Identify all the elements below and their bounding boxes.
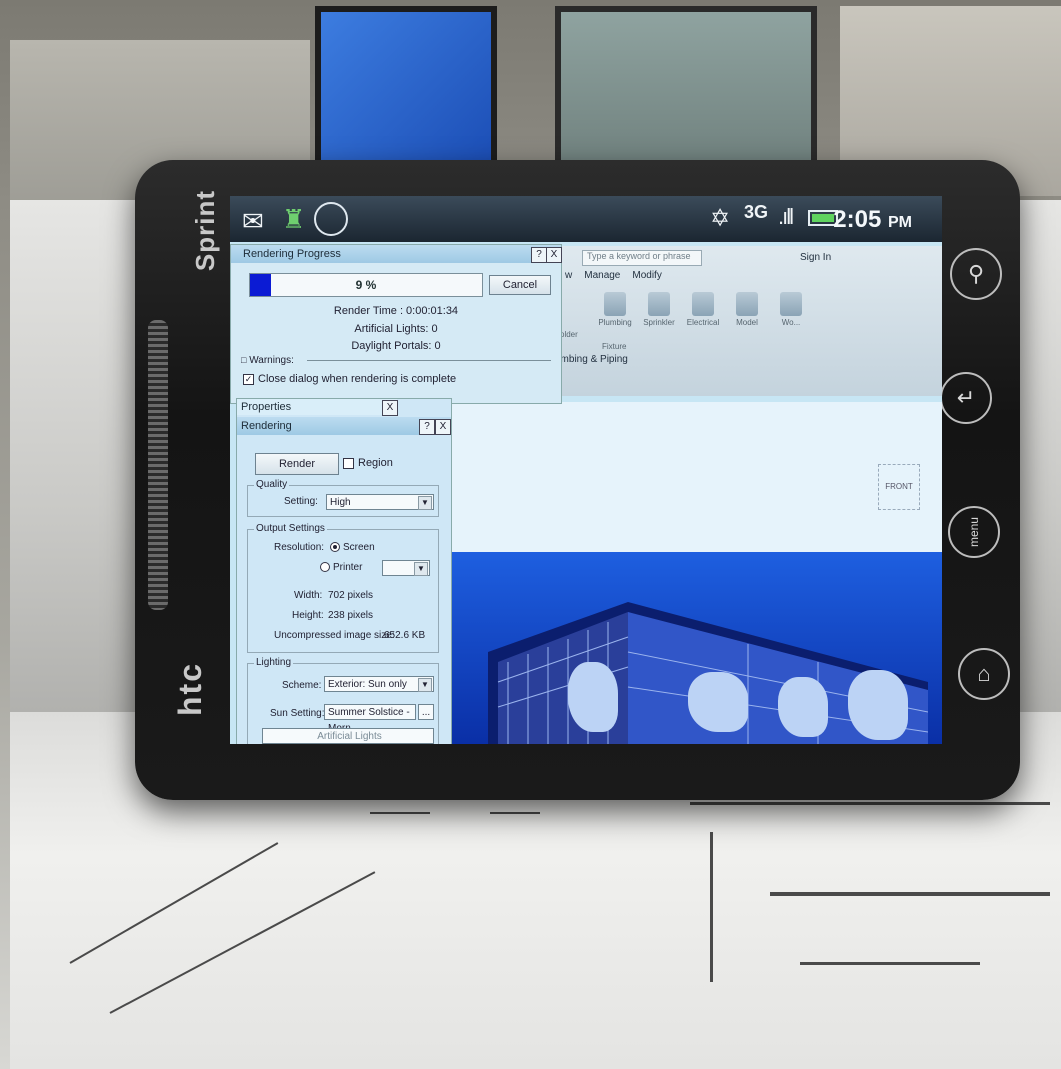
- back-icon: ↵: [956, 385, 976, 410]
- artificial-lights-count: Artificial Lights: 0: [354, 323, 438, 335]
- tab-modify[interactable]: Modify: [632, 270, 661, 286]
- home-icon: ⌂: [977, 661, 991, 686]
- signal-icon: .ıll: [778, 204, 794, 229]
- sun-setting-field[interactable]: Summer Solstice - Morn: [324, 704, 416, 734]
- width-label: Width:: [294, 590, 323, 601]
- height-value: 238 pixels: [328, 610, 374, 621]
- quality-group: Quality Setting: High ▼: [247, 479, 439, 517]
- rendering-close-button[interactable]: X: [435, 419, 451, 435]
- quality-setting-label: Setting:: [284, 496, 318, 507]
- sprinkler-tool[interactable]: Sprinkler: [642, 290, 676, 340]
- tab-view[interactable]: w: [565, 270, 572, 286]
- phone-speaker-grille: [148, 320, 168, 610]
- model-tool[interactable]: Model: [730, 290, 764, 340]
- fixture-label: Fixture: [602, 342, 627, 351]
- properties-panel: Properties X Rendering ? X Render Region…: [236, 398, 452, 744]
- plumbing-piping-panel-label: umbing & Piping: [555, 354, 628, 365]
- render-time: Render Time : 0:00:01:34: [333, 305, 459, 317]
- warnings-expander[interactable]: □ Warnings:: [241, 355, 551, 367]
- scheme-label: Scheme:: [282, 680, 322, 691]
- revit-search-input[interactable]: Type a keyword or phrase: [582, 250, 702, 266]
- search-icon: ⚲: [967, 261, 985, 286]
- background-monitor-2: [555, 6, 817, 178]
- ribbon-tabs: w Manage Modify: [565, 270, 942, 286]
- dialog-title: Rendering Progress: [231, 245, 561, 263]
- rendering-progress-dialog: Rendering Progress ? X 9 % Cancel Render…: [230, 244, 562, 404]
- background-monitor: [315, 6, 497, 178]
- height-label: Height:: [292, 610, 324, 621]
- htc-logo: htc: [172, 662, 208, 716]
- sprint-logo: Sprint: [190, 190, 220, 272]
- sun-setting-label: Sun Setting:: [270, 708, 325, 719]
- chevron-down-icon: ▼: [418, 678, 432, 692]
- tab-manage[interactable]: Manage: [584, 270, 620, 286]
- image-size-label: Uncompressed image size:: [274, 630, 395, 641]
- width-value: 702 pixels: [328, 590, 374, 601]
- progress-percent: 9 %: [355, 278, 377, 292]
- lighting-scheme-select[interactable]: Exterior: Sun only ▼: [324, 676, 434, 692]
- network-type: 3G: [744, 202, 769, 222]
- status-time: 2:05 PM: [833, 206, 912, 233]
- printer-radio[interactable]: Printer: [320, 562, 362, 573]
- castle-app-icon: ♜: [282, 204, 306, 234]
- render-preview: [448, 552, 942, 744]
- plumbing-fixture-tool[interactable]: Plumbing: [598, 290, 632, 340]
- printer-dpi-select[interactable]: ▼: [382, 560, 430, 576]
- region-checkbox[interactable]: Region: [343, 457, 393, 469]
- screen-radio[interactable]: Screen: [330, 542, 375, 553]
- tree-shape: [778, 677, 828, 737]
- gps-icon: ✡: [710, 205, 731, 232]
- cancel-button[interactable]: Cancel: [489, 275, 551, 295]
- phone-screen: ✉ ♜ ✡ 3G .ıll 2:05 PM Type a keyword or …: [230, 196, 942, 744]
- sign-in-link[interactable]: Sign In: [800, 252, 831, 263]
- help-button[interactable]: ?: [531, 247, 547, 263]
- tree-shape: [688, 672, 748, 732]
- resolution-label: Resolution:: [274, 542, 325, 553]
- home-button[interactable]: ⌂: [958, 648, 1010, 700]
- properties-close-button[interactable]: X: [382, 400, 398, 416]
- lighting-group: Lighting Scheme: Exterior: Sun only ▼ Sun…: [247, 657, 439, 744]
- tree-shape: [848, 670, 908, 740]
- render-progress-bar: 9 %: [249, 273, 483, 297]
- close-button[interactable]: X: [546, 247, 562, 263]
- tree-shape: [568, 662, 618, 732]
- render-button[interactable]: Render: [255, 453, 339, 475]
- view-canvas[interactable]: [448, 402, 942, 552]
- artificial-lights-button[interactable]: Artificial Lights: [262, 728, 434, 744]
- rendering-help-button[interactable]: ?: [419, 419, 435, 435]
- quality-setting-select[interactable]: High ▼: [326, 494, 434, 510]
- close-when-complete-checkbox[interactable]: ✓ Close dialog when rendering is complete: [243, 373, 456, 385]
- chevron-down-icon: ▼: [414, 562, 428, 576]
- chevron-down-icon: ▼: [418, 496, 432, 510]
- sun-setting-browse-button[interactable]: ...: [418, 704, 434, 720]
- search-button[interactable]: ⚲: [950, 248, 1002, 300]
- viewcube[interactable]: FRONT: [878, 464, 920, 510]
- electrical-tool[interactable]: Electrical: [686, 290, 720, 340]
- menu-button[interactable]: menu: [948, 506, 1000, 558]
- checkbox-checked-icon: ✓: [243, 373, 254, 385]
- daylight-portals-count: Daylight Portals: 0: [351, 340, 441, 352]
- menu-label: menu: [967, 516, 981, 548]
- image-size-value: 652.6 KB: [384, 630, 426, 641]
- older-label: older: [560, 330, 578, 339]
- output-settings-group: Output Settings Resolution: Screen Print…: [247, 523, 439, 653]
- work-plane-tool[interactable]: Wo...: [774, 290, 808, 340]
- globe-app-icon: [314, 202, 348, 236]
- mail-icon: ✉: [242, 206, 264, 236]
- back-button[interactable]: ↵: [940, 372, 992, 424]
- properties-title: Properties: [237, 399, 397, 415]
- status-bar: ✉ ♜ ✡ 3G .ıll 2:05 PM: [230, 196, 942, 242]
